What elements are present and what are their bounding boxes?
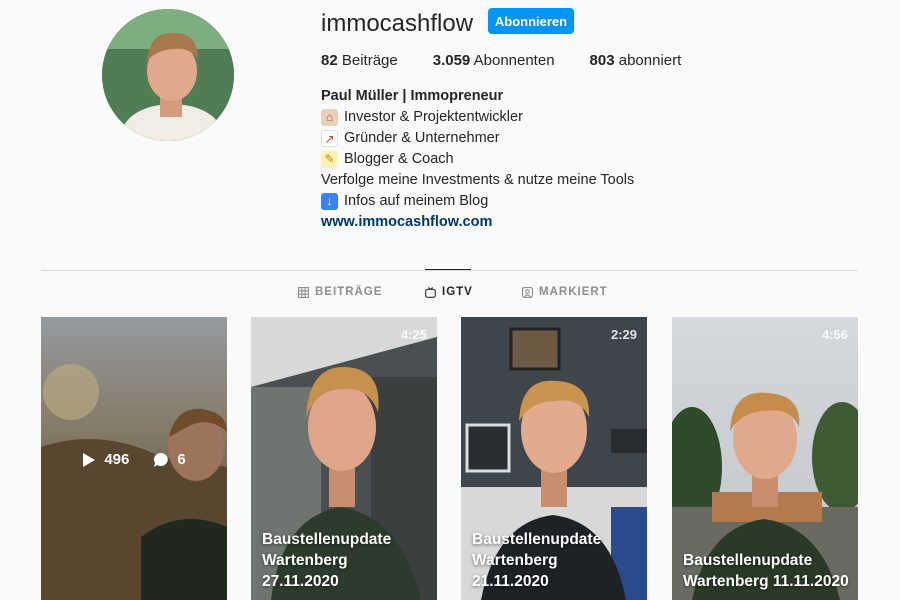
igtv-video-tile[interactable]: 4:56 Baustellenupdate Wartenberg 11.11.2… bbox=[672, 317, 858, 600]
video-title-line: Baustellenupdate bbox=[262, 531, 392, 548]
chart-emoji-icon: ↗ bbox=[321, 130, 338, 147]
profile-tabs: BEITRÄGE IGTV MARKIERT bbox=[0, 286, 900, 302]
follow-button[interactable]: Abonnieren bbox=[488, 8, 574, 34]
tab-tagged-label: MARKIERT bbox=[539, 286, 608, 298]
following-stat[interactable]: 803 abonniert bbox=[590, 52, 682, 69]
igtv-icon bbox=[425, 286, 436, 298]
followers-label: Abonnenten bbox=[473, 52, 555, 69]
bio-line: ✎ Blogger & Coach bbox=[321, 149, 634, 170]
bio-line: Verfolge meine Investments & nutze meine… bbox=[321, 170, 634, 191]
website-link[interactable]: www.immocashflow.com bbox=[321, 212, 492, 233]
igtv-video-tile[interactable]: 2:29 Baustellenupdate Wartenberg 21.11.2… bbox=[461, 317, 647, 600]
video-title-line: Baustellenupdate bbox=[683, 552, 813, 569]
tab-igtv-label: IGTV bbox=[442, 286, 473, 298]
tab-posts-label: BEITRÄGE bbox=[315, 286, 383, 298]
memo-emoji-icon: ✎ bbox=[321, 151, 338, 168]
following-count: 803 bbox=[589, 52, 615, 69]
down-arrow-emoji-icon: ↓ bbox=[321, 193, 338, 210]
comments-count: 6 bbox=[177, 451, 186, 468]
video-title-line: Wartenberg bbox=[262, 552, 348, 569]
video-title-line: 21.11.2020 bbox=[472, 573, 549, 590]
bio-line-text: Blogger & Coach bbox=[344, 151, 454, 167]
bio-line-text: Verfolge meine Investments & nutze meine… bbox=[321, 172, 635, 188]
profile-avatar[interactable] bbox=[102, 9, 234, 141]
video-duration: 4:25 bbox=[400, 327, 427, 342]
video-title: Baustellenupdate Wartenberg 27.11.2020 bbox=[262, 529, 391, 592]
video-title-line: 27.11.2020 bbox=[262, 573, 339, 590]
bio-line: ↗ Gründer & Unternehmer bbox=[321, 128, 634, 149]
bio-line-text: Gründer & Unternehmer bbox=[344, 130, 500, 146]
bio-line: ↓ Infos auf meinem Blog bbox=[321, 191, 634, 212]
following-label: abonniert bbox=[618, 52, 682, 69]
bio-line-text: Infos auf meinem Blog bbox=[344, 193, 489, 209]
igtv-video-tile[interactable]: 4:25 Baustellenupdate Wartenberg 27.11.2… bbox=[251, 317, 437, 600]
views-count: 496 bbox=[104, 451, 130, 468]
house-emoji-icon: ⌂ bbox=[321, 109, 338, 126]
followers-count: 3.059 bbox=[432, 52, 471, 69]
bio-line-text: Investor & Projektentwickler bbox=[344, 109, 523, 125]
tab-igtv[interactable]: IGTV bbox=[425, 286, 473, 298]
posts-stat: 82 Beiträge bbox=[321, 52, 398, 69]
tab-posts[interactable]: BEITRÄGE bbox=[298, 286, 382, 298]
video-duration: 4:56 bbox=[821, 327, 848, 342]
comments-stat: 6 bbox=[153, 451, 186, 468]
active-tab-indicator bbox=[425, 269, 471, 270]
profile-bio: Paul Müller | Immopreneur ⌂ Investor & Pr… bbox=[321, 86, 634, 233]
play-icon bbox=[83, 452, 96, 467]
bio-line: ⌂ Investor & Projektentwickler bbox=[321, 107, 634, 128]
profile-full-name: Paul Müller | Immopreneur bbox=[321, 88, 504, 104]
video-title-line: Baustellenupdate bbox=[472, 531, 602, 548]
grid-icon bbox=[298, 286, 309, 298]
video-title-line: Wartenberg 11.11.2020 bbox=[683, 573, 849, 590]
posts-label: Beiträge bbox=[341, 52, 398, 69]
posts-count: 82 bbox=[321, 52, 338, 69]
comment-icon bbox=[154, 452, 169, 467]
followers-stat[interactable]: 3.059 Abonnenten bbox=[433, 52, 555, 69]
video-title-line: Wartenberg bbox=[472, 552, 558, 569]
video-engagement-stats: 496 6 bbox=[41, 451, 227, 468]
tab-tagged[interactable]: MARKIERT bbox=[522, 286, 608, 298]
video-title: Baustellenupdate Wartenberg 21.11.2020 bbox=[472, 529, 601, 592]
tagged-user-icon bbox=[522, 286, 533, 298]
views-stat: 496 bbox=[82, 451, 129, 468]
igtv-video-tile[interactable]: 496 6 bbox=[41, 317, 227, 600]
profile-username: immocashflow bbox=[321, 10, 474, 37]
profile-stats: 82 Beiträge 3.059 Abonnenten 803 abonnie… bbox=[321, 52, 716, 69]
video-duration: 2:29 bbox=[610, 327, 637, 342]
tabs-divider bbox=[41, 270, 858, 271]
video-title: Baustellenupdate Wartenberg 11.11.2020 bbox=[683, 550, 849, 592]
